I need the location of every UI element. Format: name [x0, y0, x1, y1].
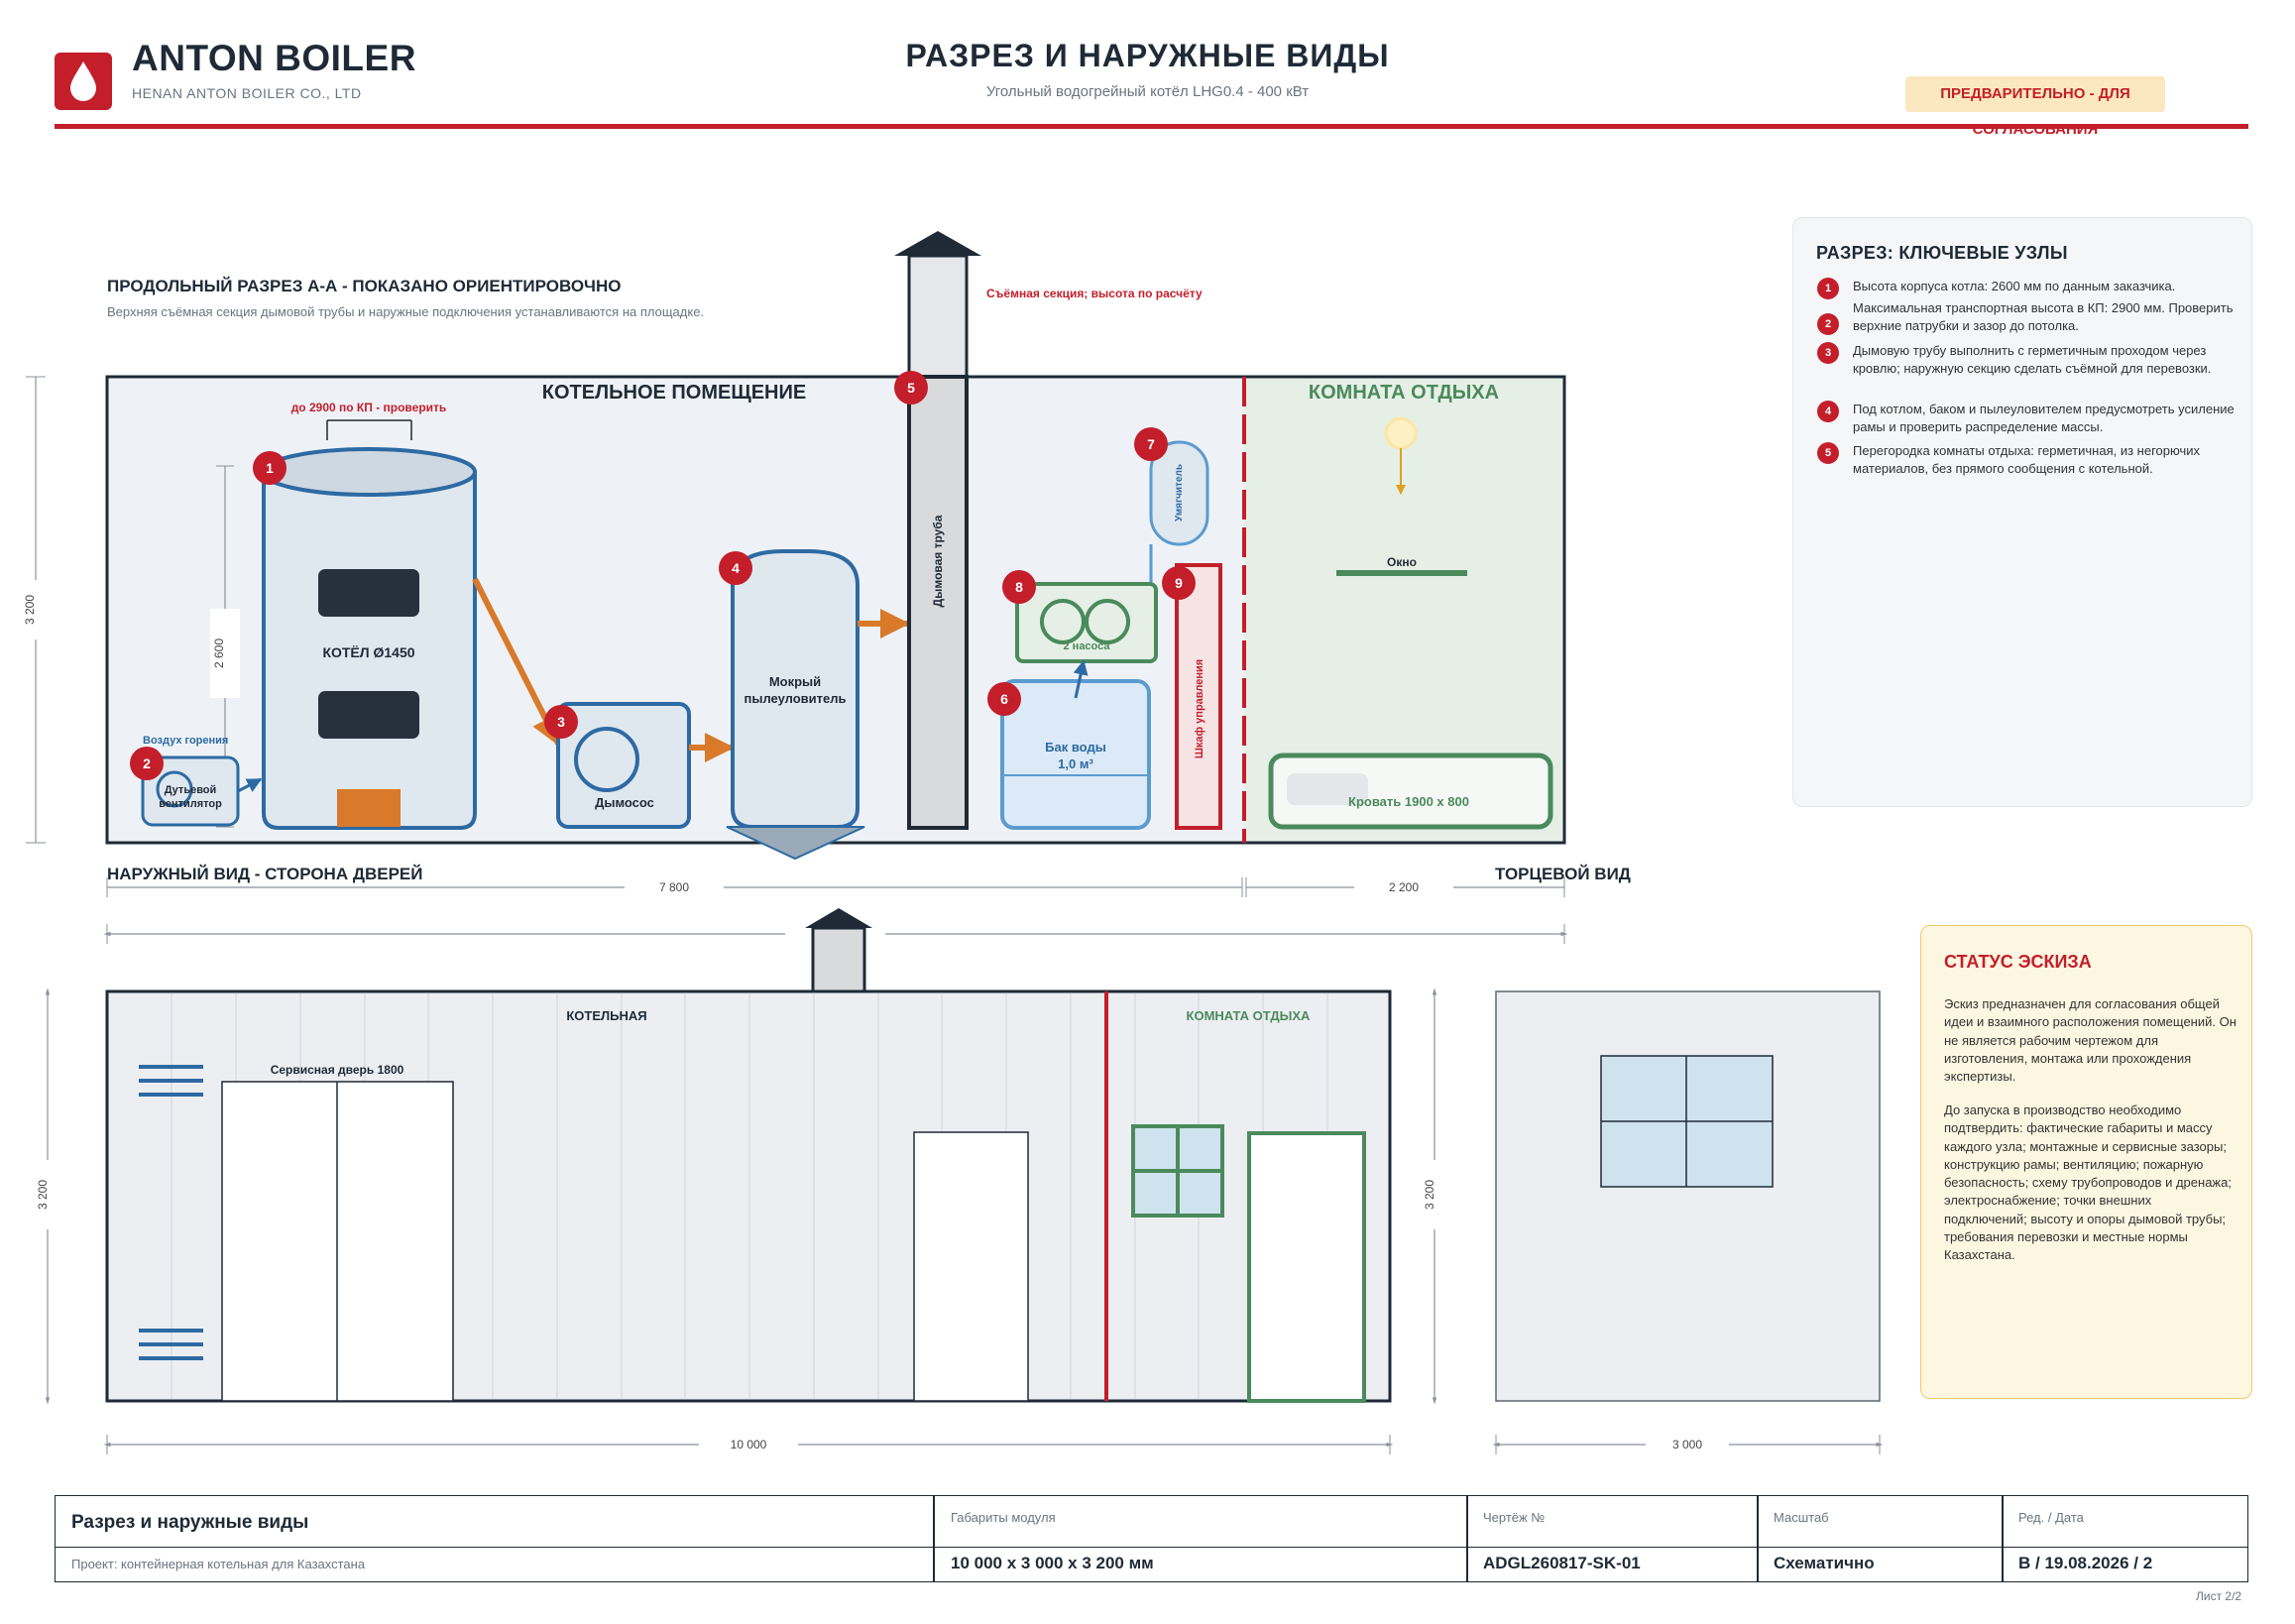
marker-7: 7: [1134, 427, 1168, 461]
scale-value: Схематично: [1774, 1554, 1875, 1572]
key-node-3: 3 Дымовую трубу выполнить с герметичным п…: [1817, 342, 2238, 378]
marker-3: 3: [544, 705, 578, 739]
boiler-door-lower: [318, 691, 419, 739]
fan-label-1: Дутьевой: [165, 784, 217, 796]
rest-room-label: КОМНАТА ОТДЫХА: [1309, 382, 1499, 404]
key-node-5: 5 Перегородка комнаты отдыха: герметичная…: [1817, 442, 2238, 478]
rest-window-section: [1336, 570, 1467, 576]
chimney-cap: [894, 231, 981, 256]
scrubber-label-1: Мокрый: [769, 674, 821, 689]
boiler-label: КОТЁЛ Ø1450: [322, 644, 414, 660]
status-paragraph-1: Эскиз предназначен для согласования обще…: [1944, 996, 2237, 1085]
scale-label: Масштаб: [1774, 1510, 1829, 1525]
smoke-exhauster-label: Дымосос: [595, 795, 654, 810]
top-clearance-note: до 2900 по КП - проверить: [291, 401, 447, 414]
chimney-label: Дымовая труба: [931, 515, 945, 607]
svg-text:6: 6: [1000, 691, 1008, 707]
svg-text:1: 1: [266, 460, 274, 476]
boiler-room-length-value: 7 800: [659, 880, 689, 894]
fan-label-2: вентилятор: [159, 798, 222, 810]
section-height-value: 3 200: [23, 595, 37, 625]
title-block-name: Разрез и наружные виды: [71, 1512, 309, 1533]
boiler-room-label: КОТЕЛЬНОЕ ПОМЕЩЕНИЕ: [542, 382, 806, 404]
water-tank: [1000, 679, 1151, 830]
status-paragraph-2: До запуска в производство необходимо под…: [1944, 1102, 2232, 1263]
wet-scrubber: [731, 549, 860, 829]
key-node-1: 1 Высота корпуса котла: 2600 мм по данным…: [1817, 278, 2238, 299]
revision-value: B / 19.08.2026 / 2: [2018, 1554, 2153, 1572]
section-note: Верхняя съёмная секция дымовой трубы и н…: [107, 304, 704, 319]
front-boiler-label: КОТЕЛЬНАЯ: [566, 1008, 646, 1023]
end-view-container: [1495, 990, 1881, 1402]
lamp-icon: [1384, 416, 1418, 450]
pumps-label: 2 насоса: [1064, 640, 1111, 652]
front-height-value: 3 200: [36, 1180, 50, 1210]
boiler-height-value: 2 600: [212, 638, 226, 668]
marker-8: 8: [1002, 570, 1036, 604]
drawing-number-label: Чертёж №: [1483, 1510, 1546, 1525]
marker-9: 9: [1162, 566, 1196, 600]
end-height-value: 3 200: [1423, 1180, 1436, 1210]
window-label: Окно: [1387, 555, 1417, 569]
key-nodes-title: РАЗРЕЗ: КЛЮЧЕВЫЕ УЗЛЫ: [1816, 243, 2068, 263]
marker-4: 4: [719, 551, 752, 585]
svg-text:7: 7: [1147, 436, 1155, 452]
status-title: СТАТУС ЭСКИЗА: [1944, 952, 2092, 972]
svg-text:2: 2: [143, 755, 151, 771]
svg-text:5: 5: [907, 380, 915, 396]
end-width-value: 3 000: [1672, 1438, 1702, 1451]
softener-label: Умягчитель: [1174, 464, 1185, 522]
key-node-4: 4 Под котлом, баком и пылеуловителем пред…: [1817, 401, 2238, 436]
marker-6: 6: [987, 682, 1021, 716]
rest-room-length-value: 2 200: [1389, 880, 1419, 894]
ash-tray: [337, 789, 401, 827]
boiler-top: [261, 447, 477, 497]
boiler-door-upper: [318, 569, 419, 617]
chimney-note: Съёмная секция; высота по расчёту: [986, 287, 1203, 300]
dims-label: Габариты модуля: [951, 1510, 1056, 1525]
svg-text:9: 9: [1175, 575, 1183, 591]
key-node-2: 2 Максимальная транспортная высота в КП: …: [1817, 299, 2238, 335]
key-nodes-card: РАЗРЕЗ: КЛЮЧЕВЫЕ УЗЛЫ 1 Высота корпуса ко…: [1792, 217, 2252, 807]
drawing-number-value: ADGL260817-SK-01: [1483, 1554, 1641, 1572]
svg-text:8: 8: [1015, 579, 1023, 595]
front-chimney: [811, 926, 866, 993]
svg-text:4: 4: [732, 560, 740, 576]
marker-2: 2: [130, 747, 164, 780]
front-chimney-cap: [805, 908, 872, 928]
marker-1: 1: [253, 451, 287, 485]
revision-label: Ред. / Дата: [2018, 1510, 2084, 1525]
scrubber-label-2: пылеуловитель: [744, 691, 846, 706]
chimney-top-section: [907, 254, 969, 379]
rest-room-door: [1247, 1131, 1366, 1403]
bed-label: Кровать 1900 x 800: [1348, 794, 1469, 809]
tank-label-2: 1,0 м³: [1058, 756, 1093, 771]
svg-text:3: 3: [557, 714, 565, 730]
tank-label-1: Бак воды: [1045, 740, 1106, 754]
title-block-project: Проект: контейнерная котельная для Казах…: [71, 1557, 366, 1571]
dims-value: 10 000 x 3 000 x 3 200 мм: [951, 1554, 1154, 1572]
section-title: ПРОДОЛЬНЫЙ РАЗРЕЗ А-А - ПОКАЗАНО ОРИЕНТИ…: [107, 277, 622, 295]
boiler-room-door: [913, 1131, 1029, 1402]
sheet-number: Лист 2/2: [2196, 1589, 2242, 1603]
front-length-value: 10 000: [731, 1438, 767, 1451]
end-view-title: ТОРЦЕВОЙ ВИД: [1495, 865, 1631, 883]
sketch-status-card: СТАТУС ЭСКИЗА Эскиз предназначен для сог…: [1920, 925, 2252, 1399]
title-block: Разрез и наружные виды Проект: контейнер…: [55, 1495, 2248, 1582]
marker-5: 5: [894, 371, 928, 405]
service-door-label: Сервисная дверь 1800: [271, 1063, 404, 1077]
front-view-title: НАРУЖНЫЙ ВИД - СТОРОНА ДВЕРЕЙ: [107, 865, 422, 883]
combustion-air-label: Воздух горения: [143, 735, 228, 747]
control-cabinet-label: Шкаф управления: [1194, 659, 1205, 758]
front-rest-label: КОМНАТА ОТДЫХА: [1187, 1008, 1312, 1023]
